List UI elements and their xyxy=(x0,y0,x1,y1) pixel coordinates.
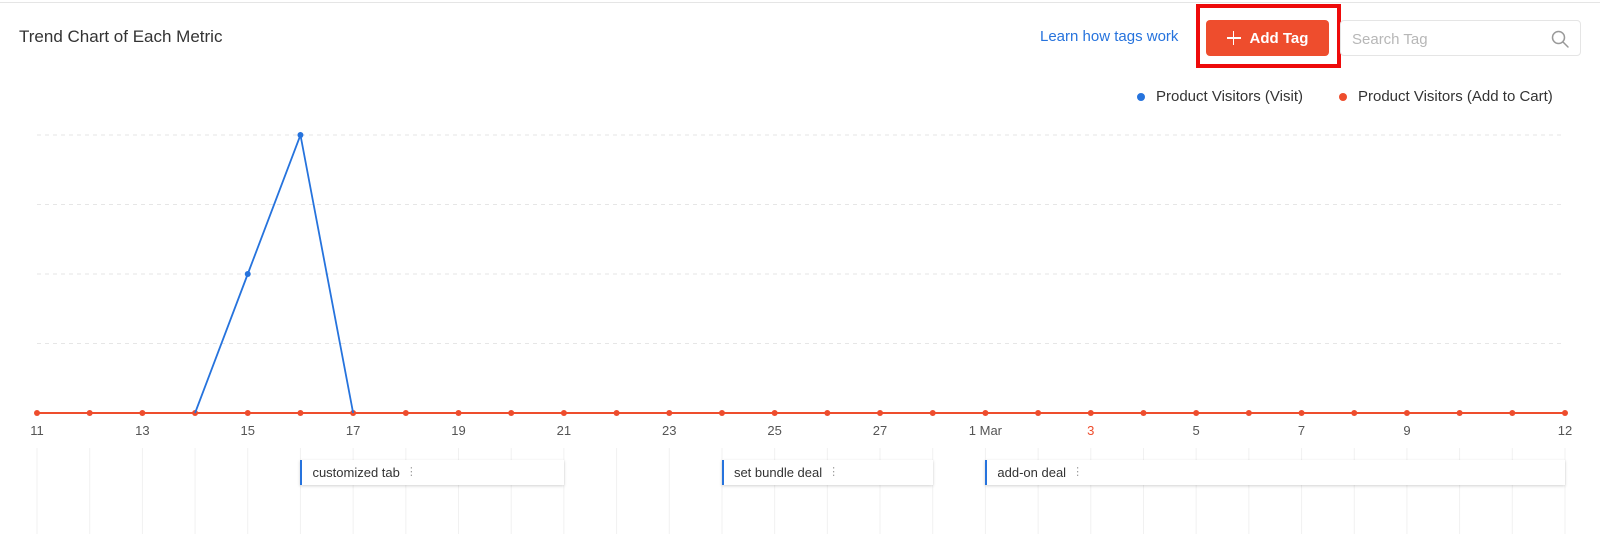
data-point-add-to-cart xyxy=(824,410,831,416)
data-point-add-to-cart xyxy=(1351,410,1358,416)
x-tick-label: 17 xyxy=(346,423,360,438)
data-point-add-to-cart xyxy=(297,410,304,416)
data-point-add-to-cart xyxy=(718,410,725,416)
x-tick-label: 21 xyxy=(557,423,571,438)
x-tick-label: 15 xyxy=(241,423,255,438)
data-point-add-to-cart xyxy=(508,410,515,416)
data-point-visit xyxy=(244,271,251,277)
data-point-add-to-cart xyxy=(139,410,146,416)
more-options-icon[interactable]: ⋮ xyxy=(1072,467,1083,478)
data-point-add-to-cart xyxy=(34,410,40,416)
more-options-icon[interactable]: ⋮ xyxy=(828,467,839,478)
more-options-icon[interactable]: ⋮ xyxy=(406,467,417,478)
data-point-add-to-cart xyxy=(982,410,989,416)
tag-chip-label: customized tab xyxy=(312,465,400,480)
data-point-add-to-cart xyxy=(244,410,251,416)
x-tick-label: 3 xyxy=(1087,423,1094,438)
data-point-add-to-cart xyxy=(1403,410,1410,416)
x-tick-label: 27 xyxy=(873,423,887,438)
data-point-visit xyxy=(297,132,304,138)
data-point-add-to-cart xyxy=(666,410,673,416)
x-tick-label: 5 xyxy=(1193,423,1200,438)
data-point-add-to-cart xyxy=(1035,410,1042,416)
tag-chip[interactable]: customized tab ⋮ xyxy=(300,460,564,485)
data-point-add-to-cart xyxy=(929,410,936,416)
tag-chip[interactable]: set bundle deal ⋮ xyxy=(721,460,933,485)
x-tick-label: 1 Mar xyxy=(969,423,1003,438)
x-tick-label: 12 xyxy=(1558,423,1572,438)
tag-chip-label: set bundle deal xyxy=(733,465,823,480)
data-point-add-to-cart xyxy=(455,410,462,416)
data-point-add-to-cart xyxy=(1509,410,1516,416)
x-tick-label: 11 xyxy=(30,423,44,438)
x-tick-label: 7 xyxy=(1298,423,1305,438)
x-tick-label: 19 xyxy=(451,423,465,438)
data-point-add-to-cart xyxy=(1087,410,1094,416)
data-point-add-to-cart xyxy=(402,410,409,416)
data-point-add-to-cart xyxy=(560,410,567,416)
data-point-add-to-cart xyxy=(1140,410,1147,416)
data-point-add-to-cart xyxy=(1193,410,1200,416)
x-tick-label: 25 xyxy=(767,423,781,438)
tag-chip-label: add-on deal xyxy=(997,465,1067,480)
data-point-add-to-cart xyxy=(771,410,778,416)
data-point-add-to-cart xyxy=(1298,410,1305,416)
x-tick-label: 9 xyxy=(1403,423,1410,438)
data-point-add-to-cart xyxy=(877,410,884,416)
tag-chip[interactable]: add-on deal ⋮ xyxy=(985,460,1565,485)
x-tick-label: 23 xyxy=(662,423,676,438)
data-point-add-to-cart xyxy=(1562,410,1568,416)
trend-chart: 11 13 15 17 19 21 23 25 27 1 Mar 3 5 7 9 12 xyxy=(30,131,1572,534)
data-point-add-to-cart xyxy=(86,410,93,416)
data-point-add-to-cart xyxy=(613,410,620,416)
x-tick-label: 13 xyxy=(135,423,149,438)
data-point-add-to-cart xyxy=(1245,410,1252,416)
series-line-visit xyxy=(194,131,355,414)
data-point-add-to-cart xyxy=(1456,410,1463,416)
